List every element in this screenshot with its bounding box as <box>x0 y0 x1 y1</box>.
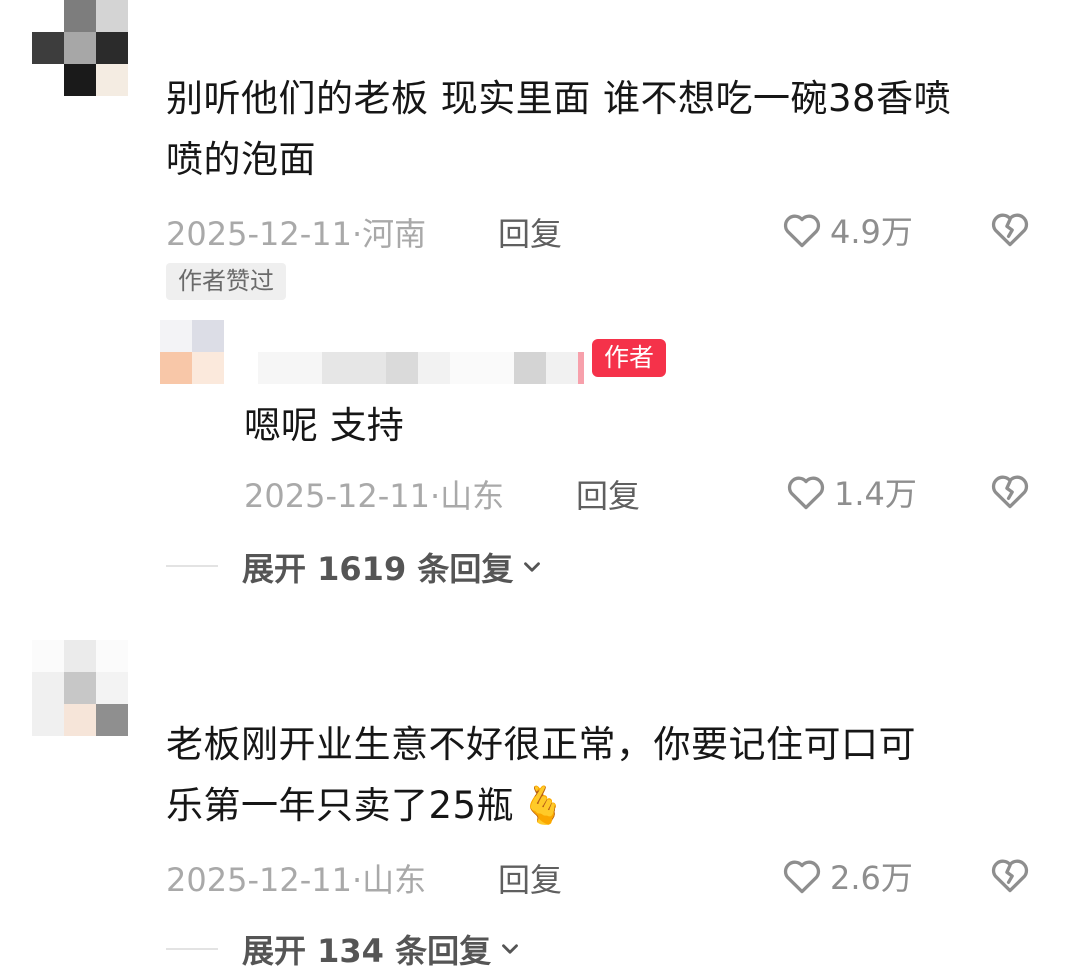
like-count: 1.4万 <box>834 475 917 513</box>
comment-text: 别听他们的老板 现实里面 谁不想吃一碗38香喷 喷的泡面 <box>166 68 1046 190</box>
avatar[interactable] <box>160 320 224 384</box>
dislike-button[interactable] <box>988 469 1032 517</box>
reply-button[interactable]: 回复 <box>498 209 562 255</box>
comment-text-line: 乐第一年只卖了25瓶 <box>166 784 515 827</box>
comment-text-line: 老板刚开业生意不好很正常，你要记住可口可 <box>166 723 916 766</box>
like-button[interactable]: 2.6万 <box>780 853 913 899</box>
comment-location: 河南 <box>362 215 427 253</box>
like-button[interactable]: 4.9万 <box>780 207 913 253</box>
avatar[interactable] <box>32 640 128 736</box>
divider <box>166 948 218 950</box>
comment-text-line: 喷的泡面 <box>166 138 316 181</box>
like-button[interactable]: 1.4万 <box>784 469 917 515</box>
author-badge: 作者 <box>592 339 667 377</box>
comment-text-line: 别听他们的老板 现实里面 谁不想吃一碗38香喷 <box>166 77 952 120</box>
expand-replies-label: 展开 134 条回复 <box>242 932 492 970</box>
heart-outline-icon <box>783 214 821 248</box>
broken-heart-icon <box>991 859 1029 893</box>
reply-button[interactable]: 回复 <box>498 855 562 901</box>
comment-meta: 2025-12-11·山东 <box>244 477 505 515</box>
comment-text: 老板刚开业生意不好很正常，你要记住可口可 乐第一年只卖了25瓶 🫰 <box>166 714 1046 836</box>
broken-heart-icon <box>991 213 1029 247</box>
expand-replies-button[interactable]: 展开 134 条回复 <box>242 926 523 972</box>
comment-date: 2025-12-11 <box>166 215 352 253</box>
heart-outline-icon <box>787 476 825 510</box>
comment-date: 2025-12-11 <box>166 861 352 899</box>
comment-date: 2025-12-11 <box>244 477 430 515</box>
author-liked-badge: 作者赞过 <box>166 263 286 300</box>
comment-location: 山东 <box>440 477 505 515</box>
chevron-down-icon <box>524 562 541 572</box>
dislike-button[interactable] <box>988 853 1032 901</box>
finger-heart-emoji: 🫰 <box>520 784 567 827</box>
heart-outline-icon <box>783 860 821 894</box>
like-count: 4.9万 <box>830 213 913 251</box>
expand-replies-label: 展开 1619 条回复 <box>242 550 514 588</box>
divider <box>166 565 218 567</box>
expand-replies-button[interactable]: 展开 1619 条回复 <box>242 544 545 590</box>
like-count: 2.6万 <box>830 859 913 897</box>
reply-text: 嗯呢 支持 <box>244 404 404 447</box>
reply-button[interactable]: 回复 <box>576 471 640 517</box>
comment-meta: 2025-12-11·山东 <box>166 861 427 899</box>
broken-heart-icon <box>991 475 1029 509</box>
dislike-button[interactable] <box>988 207 1032 255</box>
avatar[interactable] <box>32 0 128 96</box>
chevron-down-icon <box>502 944 519 954</box>
comment-location: 山东 <box>362 861 427 899</box>
comment-meta: 2025-12-11·河南 <box>166 215 427 253</box>
